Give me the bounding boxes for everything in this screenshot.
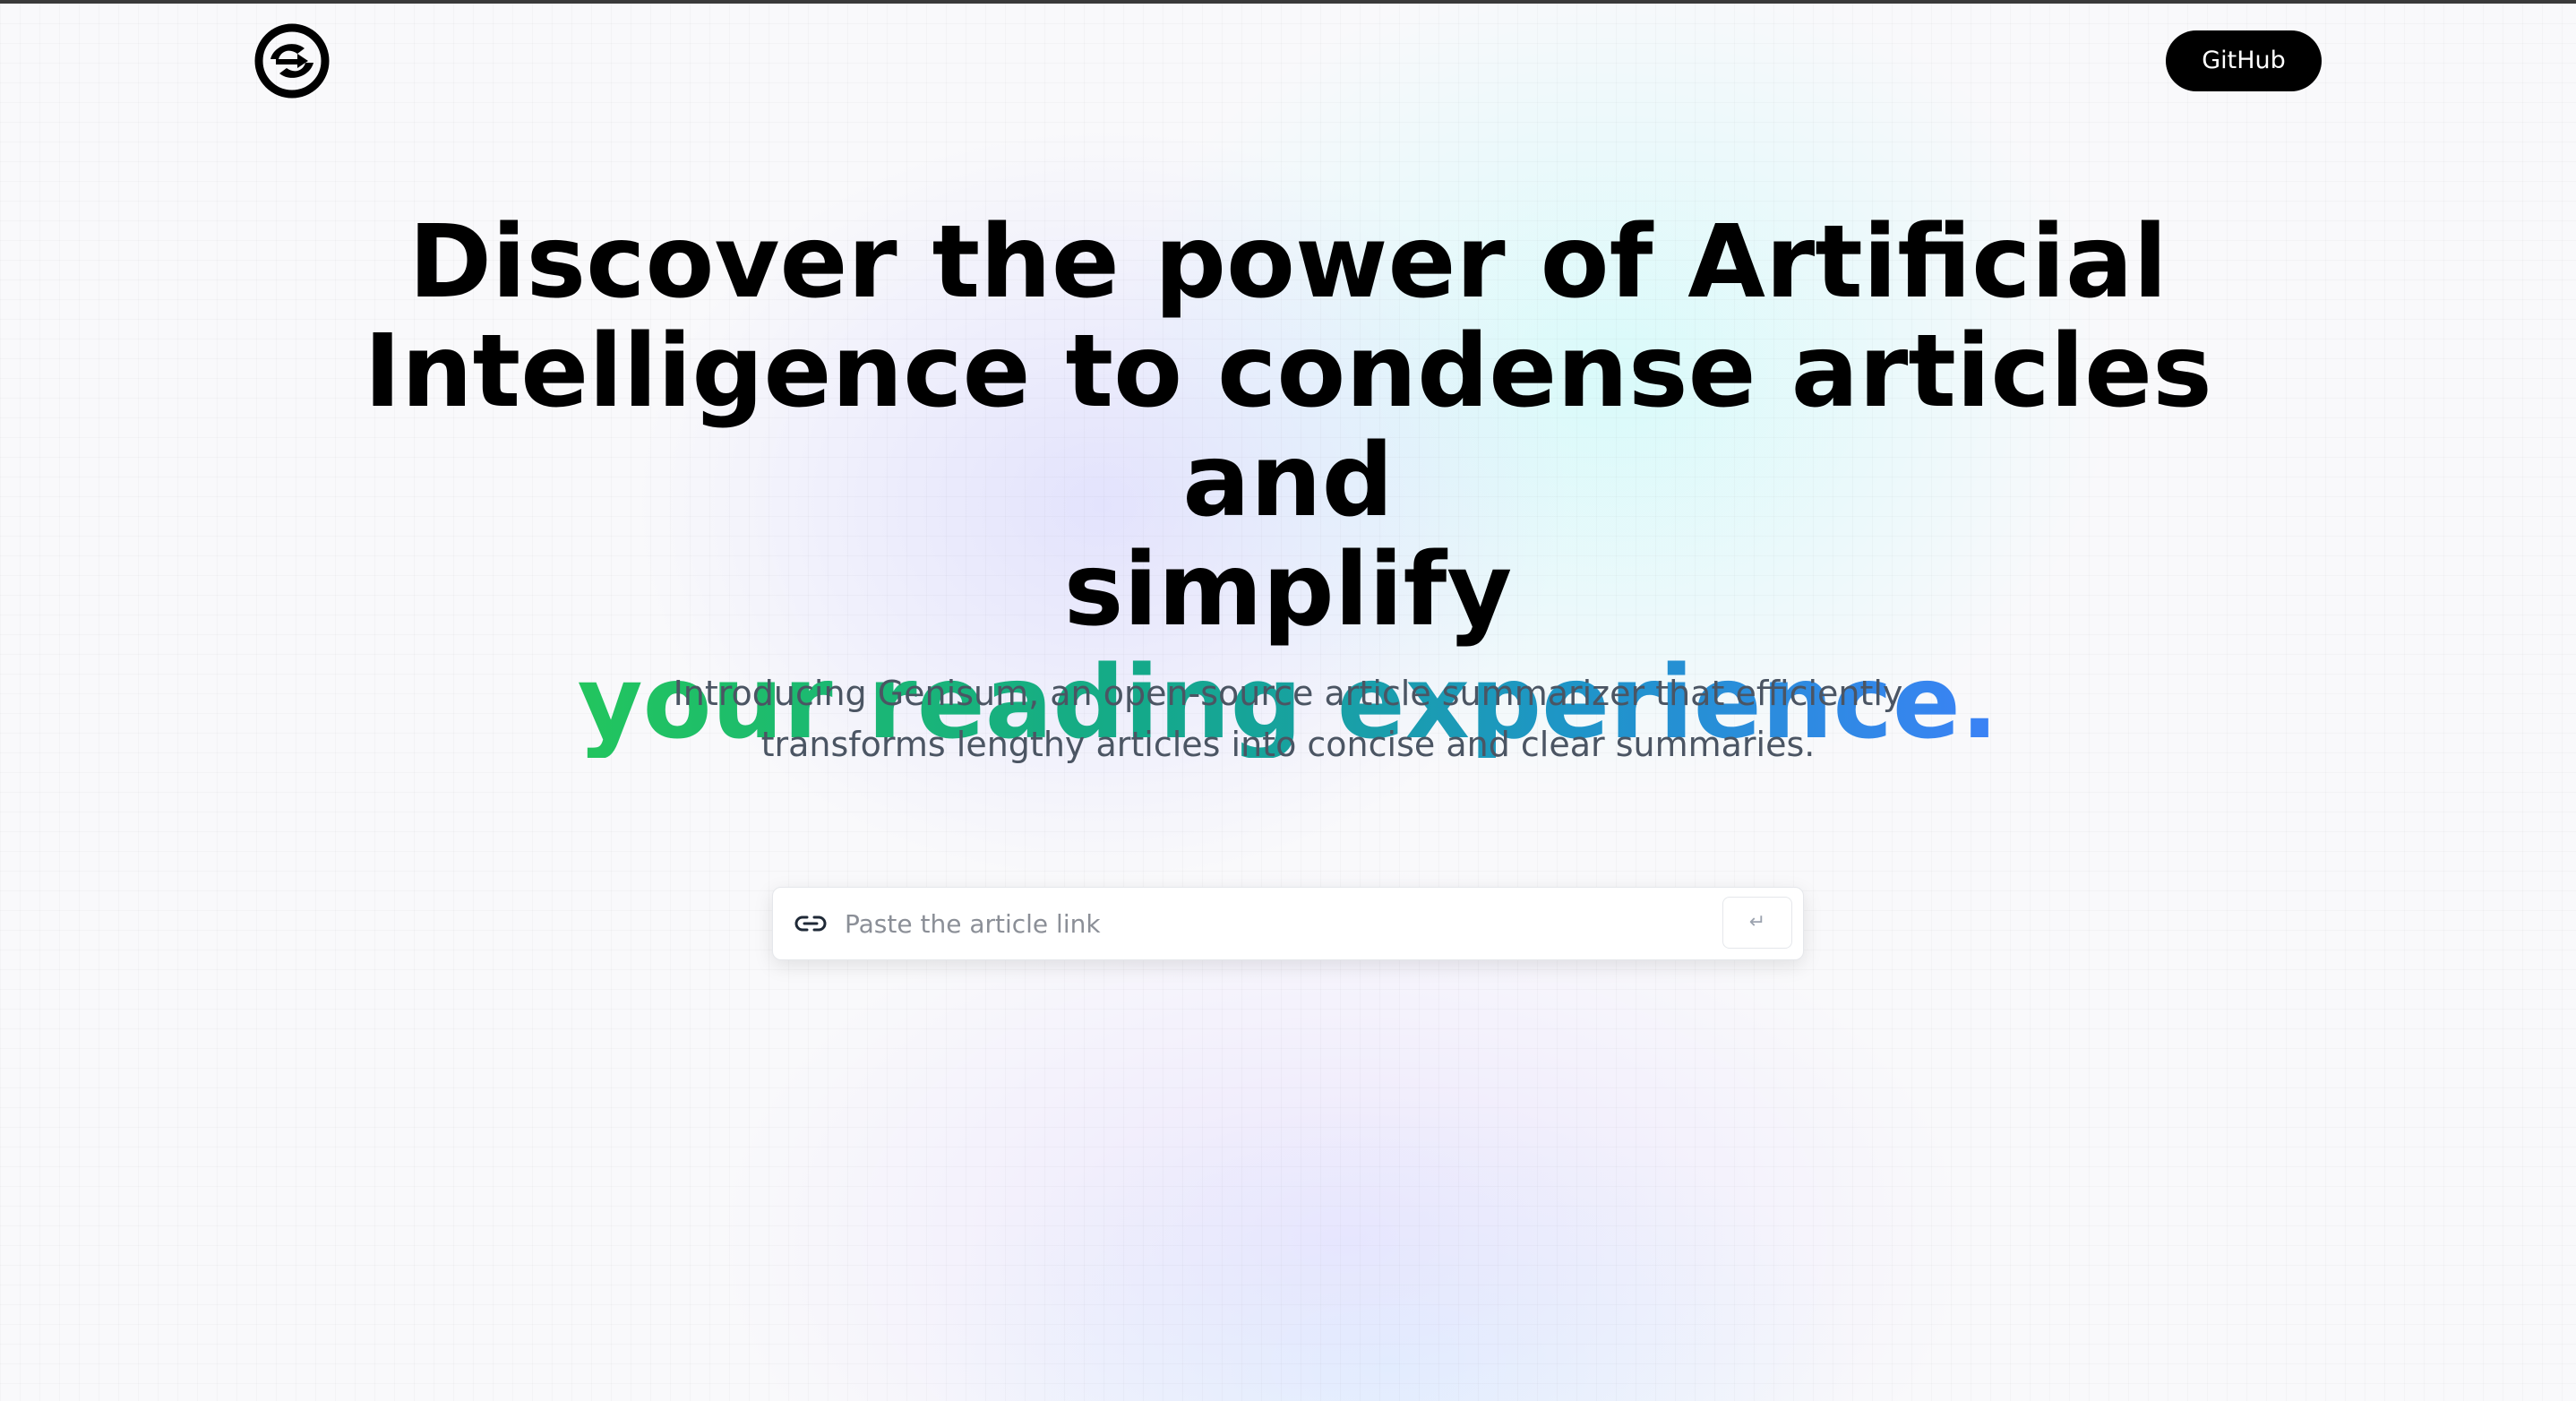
link-icon xyxy=(794,915,827,932)
submit-button[interactable]: ↵ xyxy=(1722,897,1792,949)
subtitle-line-1: Introducing Genisum, an open-source arti… xyxy=(673,674,1903,713)
genisum-logo-icon[interactable] xyxy=(254,23,330,99)
headline-line-3: simplify xyxy=(1063,532,1513,649)
article-link-input[interactable] xyxy=(845,898,1579,949)
github-button[interactable]: GitHub xyxy=(2166,30,2322,91)
article-link-form: ↵ xyxy=(772,887,1804,960)
headline-line-2: Intelligence to condense articles and xyxy=(364,314,2212,539)
subtitle-line-2: transforms lengthy articles into concise… xyxy=(760,725,1816,764)
headline-line-1: Discover the power of Artificial xyxy=(408,204,2168,321)
hero-subtitle: Introducing Genisum, an open-source arti… xyxy=(663,668,1913,770)
